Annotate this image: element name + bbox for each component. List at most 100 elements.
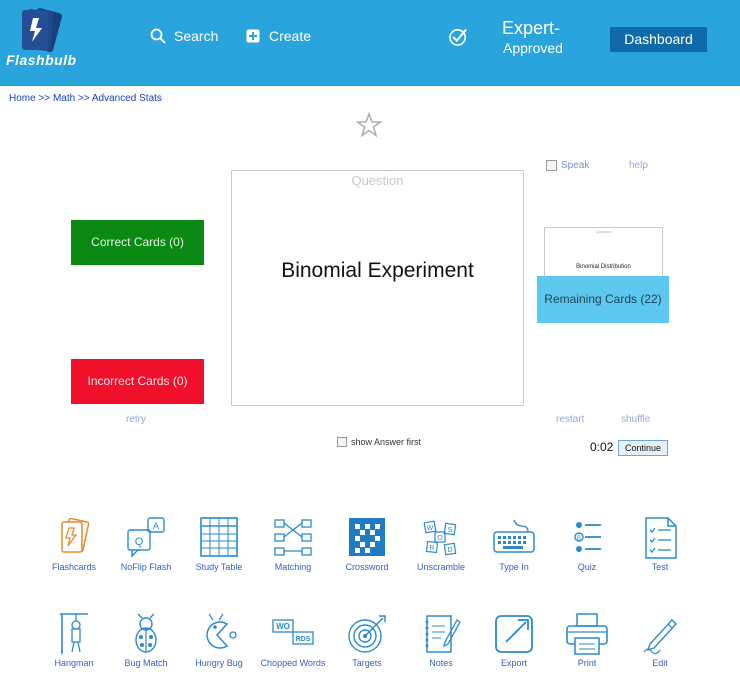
speak-toggle[interactable]: Speak — [546, 160, 589, 171]
tool-targets[interactable]: Targets — [331, 612, 403, 669]
tool-label: Hangman — [54, 658, 94, 668]
next-card-term: Binomial Distribution — [576, 264, 631, 270]
unscramble-icon: W S O R D — [423, 520, 457, 556]
svg-text:R: R — [429, 545, 434, 552]
pen-icon — [643, 618, 677, 655]
correct-cards-box[interactable]: Correct Cards (0) — [71, 220, 204, 265]
table-icon — [200, 517, 238, 557]
breadcrumb-separator: >> — [77, 93, 90, 104]
tool-label: Study Table — [195, 562, 243, 572]
nav-search-label: Search — [174, 28, 219, 44]
expert-approved-check-icon — [449, 29, 467, 46]
next-card-side-label: Question — [595, 229, 612, 234]
breadcrumb-home[interactable]: Home — [9, 93, 36, 104]
svg-text:W: W — [427, 525, 434, 532]
tool-label: Chopped Words — [260, 658, 326, 668]
bug-icon — [135, 613, 157, 653]
hangman-icon — [60, 613, 88, 654]
tool-notes[interactable]: Notes — [405, 612, 477, 669]
show-answer-first-toggle[interactable]: show Answer first — [337, 437, 421, 447]
tool-type-in[interactable]: Type In — [478, 516, 550, 573]
favorite-star-icon[interactable] — [356, 112, 382, 138]
tool-label: Unscramble — [416, 562, 465, 572]
tool-print[interactable]: Print — [551, 612, 623, 669]
tool-hungry-bug[interactable]: Hungry Bug — [183, 612, 255, 669]
tool-label: Bug Match — [124, 658, 168, 668]
speak-checkbox[interactable] — [546, 160, 557, 171]
incorrect-cards-box[interactable]: Incorrect Cards (0) — [71, 359, 204, 404]
tool-hangman[interactable]: Hangman — [38, 612, 110, 669]
speak-label: Speak — [561, 160, 590, 171]
tool-label: Crossword — [345, 562, 389, 572]
matching-icon — [274, 519, 312, 556]
svg-text:WO: WO — [276, 622, 290, 631]
help-link[interactable]: help — [629, 160, 648, 171]
timer: 0:02 — [590, 440, 614, 454]
logo-text: Flashbulb — [6, 52, 77, 68]
quiz-icon: B — [574, 522, 601, 552]
tool-export[interactable]: Export — [478, 612, 550, 669]
keyboard-icon — [493, 519, 535, 553]
breadcrumb: Home >> Math >> Advanced Stats — [9, 93, 162, 104]
tool-test[interactable]: Test — [624, 516, 696, 573]
svg-text:RDS: RDS — [296, 636, 311, 643]
svg-text:S: S — [448, 527, 453, 534]
printer-icon — [566, 613, 608, 655]
tool-label: Targets — [352, 658, 382, 668]
show-answer-label: show Answer first — [351, 437, 422, 447]
restart-link[interactable]: restart — [556, 414, 584, 425]
tool-noflip-flash[interactable]: A Q NoFlip Flash — [110, 516, 182, 573]
tool-label: Hungry Bug — [195, 658, 243, 668]
flashcards-icon — [61, 517, 90, 553]
tool-flashcards[interactable]: Flashcards — [38, 516, 110, 573]
breadcrumb-advanced-stats[interactable]: Advanced Stats — [92, 93, 162, 104]
crossword-icon — [349, 518, 385, 556]
tool-chopped-words[interactable]: WO RDS Chopped Words — [257, 612, 329, 669]
tool-label: Flashcards — [51, 562, 96, 572]
expert-badge-line1: Expert- — [502, 18, 561, 38]
test-icon — [645, 517, 677, 559]
tool-label: Print — [577, 658, 597, 668]
breadcrumb-math[interactable]: Math — [53, 93, 75, 104]
create-icon — [246, 29, 260, 42]
tool-crossword[interactable]: Crossword — [331, 516, 403, 573]
tool-label: Test — [651, 562, 669, 572]
tool-label: Export — [500, 658, 527, 668]
expert-badge-line2: Approved — [503, 40, 563, 56]
tool-label: Matching — [274, 562, 312, 572]
search-icon — [150, 28, 166, 44]
notes-icon — [425, 615, 461, 653]
card-term: Binomial Experiment — [281, 259, 474, 282]
tool-study-table[interactable]: Study Table — [183, 516, 255, 573]
retry-link[interactable]: retry — [126, 414, 146, 425]
tool-label: Type In — [499, 562, 529, 572]
tool-edit[interactable]: Edit — [624, 612, 696, 669]
dashboard-button[interactable]: Dashboard — [610, 27, 707, 52]
svg-text:O: O — [437, 535, 443, 542]
tool-label: Quiz — [577, 562, 597, 572]
continue-button[interactable]: Continue — [618, 440, 668, 456]
nav-search[interactable]: Search — [150, 28, 218, 44]
tool-label: Edit — [652, 658, 668, 668]
tool-bug-match[interactable]: Bug Match — [110, 612, 182, 669]
chopped-words-icon: WO RDS — [272, 619, 314, 645]
export-icon — [495, 615, 533, 653]
tool-label: Notes — [429, 658, 453, 668]
tool-quiz[interactable]: B Quiz — [551, 516, 623, 573]
remaining-cards-box[interactable]: Remaining Cards (22) — [537, 276, 669, 323]
top-bar: Flashbulb Search Create Expert- Approved… — [0, 0, 740, 86]
svg-text:A: A — [153, 521, 159, 531]
target-icon — [348, 615, 386, 653]
shuffle-link[interactable]: shuffle — [621, 414, 650, 425]
svg-text:Q: Q — [135, 536, 144, 548]
flashcard[interactable]: Question Binomial Experiment — [231, 170, 524, 406]
show-answer-checkbox[interactable] — [337, 437, 347, 447]
tool-unscramble[interactable]: W S O R D Unscramble — [405, 516, 477, 573]
tool-label: NoFlip Flash — [120, 562, 172, 572]
tool-matching[interactable]: Matching — [257, 516, 329, 573]
hungry-bug-icon — [206, 613, 237, 649]
nav-create[interactable]: Create — [246, 28, 311, 44]
noflip-icon: A Q — [127, 517, 165, 558]
card-side-label: Question — [351, 173, 404, 188]
breadcrumb-separator: >> — [38, 93, 51, 104]
